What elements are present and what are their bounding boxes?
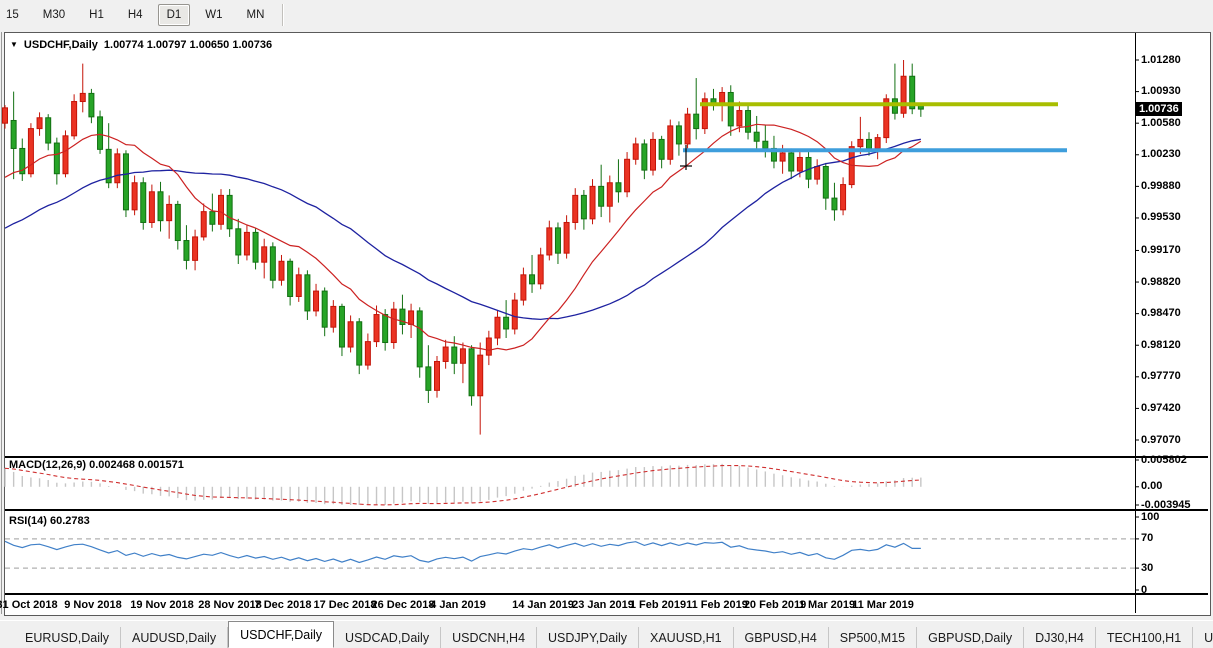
date-axis-label: 31 Oct 2018 (0, 599, 58, 611)
macd-indicator-label: MACD(12,26,9) 0.002468 0.001571 (9, 459, 184, 471)
tab-audusd-daily[interactable]: AUDUSD,Daily (121, 627, 229, 648)
price-axis-label: 0.98120 (1141, 338, 1181, 351)
date-axis-label: 9 Nov 2018 (64, 599, 122, 611)
tab-usdcad-daily[interactable]: USDCAD,Daily (334, 627, 442, 648)
timeframe-button-mn[interactable]: MN (238, 4, 274, 26)
tab-sp500-m15[interactable]: SP500,M15 (829, 627, 918, 648)
price-axis-line (1135, 33, 1136, 613)
macd-axis-label: 0.00 (1141, 480, 1163, 493)
price-axis-label: 0.99530 (1141, 211, 1181, 224)
pane-separator[interactable] (5, 593, 1208, 595)
date-axis-label: 7 Dec 2018 (254, 599, 312, 611)
date-axis-label: 1 Feb 2019 (629, 599, 687, 611)
price-axis-label: 0.97070 (1141, 433, 1181, 446)
tab-tech100-h1[interactable]: TECH100,H1 (1096, 627, 1194, 648)
pane-separator[interactable] (5, 456, 1208, 458)
date-axis-label: 1 Mar 2019 (798, 599, 856, 611)
timeframe-button-d1[interactable]: D1 (157, 4, 191, 26)
price-axis-label: 0.98820 (1141, 275, 1181, 288)
tab-eurusd-daily[interactable]: EURUSD,Daily (14, 627, 122, 648)
symbol-tab-bar: EURUSD,Daily AUDUSD,Daily USDCHF,Daily USDC… (0, 620, 1213, 648)
pane-separator[interactable] (5, 509, 1208, 511)
date-axis-label: 4 Jan 2019 (430, 599, 486, 611)
date-axis-label: 23 Jan 2019 (572, 599, 634, 611)
chart-ohlc-values: 1.00774 1.00797 1.00650 1.00736 (103, 39, 273, 51)
price-axis-label: 1.00230 (1141, 148, 1181, 161)
symbol-list-expand-icon[interactable]: ▼ (10, 41, 18, 49)
rsi-indicator-label: RSI(14) 60.2783 (9, 515, 90, 527)
rsi-axis-label: 0 (1141, 583, 1148, 596)
tab-ukc[interactable]: UKC (1193, 627, 1213, 648)
tab-usdchf-daily[interactable]: USDCHF,Daily (228, 621, 335, 648)
tab-gbpusd-h4[interactable]: GBPUSD,H4 (734, 627, 829, 648)
macd-axis-label: -0.003945 (1141, 498, 1191, 511)
rsi-axis-label: 30 (1141, 561, 1154, 574)
rsi-axis-label: 100 (1141, 510, 1160, 523)
timeframe-button-h4[interactable]: H4 (119, 4, 152, 26)
price-axis-label: 0.97770 (1141, 370, 1181, 383)
chart-symbol-label: USDCHF,Daily (23, 39, 98, 51)
price-axis-label: 1.01280 (1141, 53, 1181, 66)
date-axis-label: 19 Nov 2018 (130, 599, 194, 611)
rsi-axis-label: 70 (1141, 532, 1154, 545)
chart-window[interactable] (4, 32, 1211, 616)
tab-usdcnh-h4[interactable]: USDCNH,H4 (441, 627, 538, 648)
tab-xauusd-h1[interactable]: XAUUSD,H1 (639, 627, 734, 648)
current-price-tag: 1.00736 (1136, 102, 1182, 117)
toolbar-separator (282, 4, 285, 26)
price-axis-label: 0.97420 (1141, 401, 1181, 414)
date-axis-label: 11 Feb 2019 (686, 599, 748, 611)
tab-gbpusd-daily[interactable]: GBPUSD,Daily (917, 627, 1025, 648)
timeframe-button-w1[interactable]: W1 (196, 4, 231, 26)
price-axis-label: 1.00930 (1141, 85, 1181, 98)
chart-title: ▼ USDCHF,Daily 1.00774 1.00797 1.00650 1… (10, 39, 272, 51)
timeframe-toolbar: 15 M30 H1 H4 D1 W1 MN (0, 0, 1213, 30)
price-axis-label: 0.99880 (1141, 179, 1181, 192)
price-axis-label: 1.00580 (1141, 116, 1181, 129)
tab-dj30-h4[interactable]: DJ30,H4 (1024, 627, 1096, 648)
timeframe-button-m30[interactable]: M30 (34, 4, 74, 26)
timeframe-button-h1[interactable]: H1 (80, 4, 113, 26)
price-axis-label: 0.99170 (1141, 243, 1181, 256)
price-axis-label: 0.98470 (1141, 307, 1181, 320)
tab-usdjpy-daily[interactable]: USDJPY,Daily (537, 627, 639, 648)
macd-axis-label: 0.005802 (1141, 453, 1187, 466)
date-axis-label: 26 Dec 2018 (371, 599, 435, 611)
date-axis-label: 20 Feb 2019 (743, 599, 807, 611)
timeframe-button-15[interactable]: 15 (0, 4, 28, 26)
window-left-edge (1, 32, 2, 614)
date-axis-label: 11 Mar 2019 (852, 599, 914, 611)
date-axis-label: 28 Nov 2018 (198, 599, 262, 611)
date-axis-label: 14 Jan 2019 (512, 599, 574, 611)
date-axis-label: 17 Dec 2018 (313, 599, 377, 611)
